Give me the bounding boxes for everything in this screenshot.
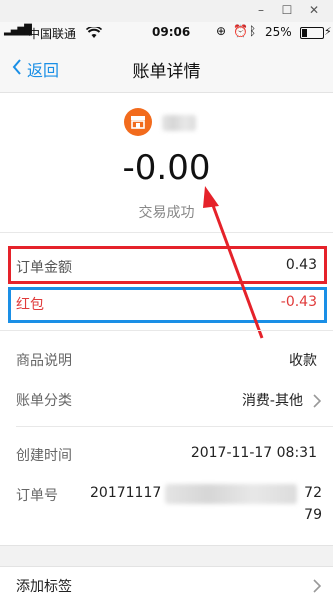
order-number-part2: 72 — [304, 485, 322, 501]
description-label: 商品说明 — [16, 353, 72, 369]
chevron-right-icon — [313, 394, 321, 408]
order-number-label: 订单号 — [16, 488, 58, 504]
created-time-row: 创建时间 2017-11-17 08:31 — [0, 440, 333, 470]
category-row[interactable]: 账单分类 消费-其他 — [0, 385, 333, 415]
chevron-right-icon — [313, 579, 321, 593]
category-value: 消费-其他 — [241, 393, 303, 409]
order-number-redacted — [165, 484, 297, 504]
divider — [16, 426, 333, 427]
description-value: 收款 — [289, 353, 317, 369]
add-tag-label: 添加标签 — [16, 579, 72, 595]
order-number-part3: 79 — [304, 507, 322, 523]
created-time-label: 创建时间 — [16, 448, 72, 464]
description-row: 商品说明 收款 — [0, 345, 333, 375]
created-time-value: 2017-11-17 08:31 — [190, 445, 317, 461]
divider — [0, 330, 333, 331]
category-label: 账单分类 — [16, 393, 72, 409]
section-gap — [0, 545, 333, 567]
order-number-part1: 20171117 — [90, 485, 162, 501]
add-tag-row[interactable]: 添加标签 — [0, 566, 333, 604]
order-number-row: 订单号 20171117 72 79 — [0, 480, 333, 530]
